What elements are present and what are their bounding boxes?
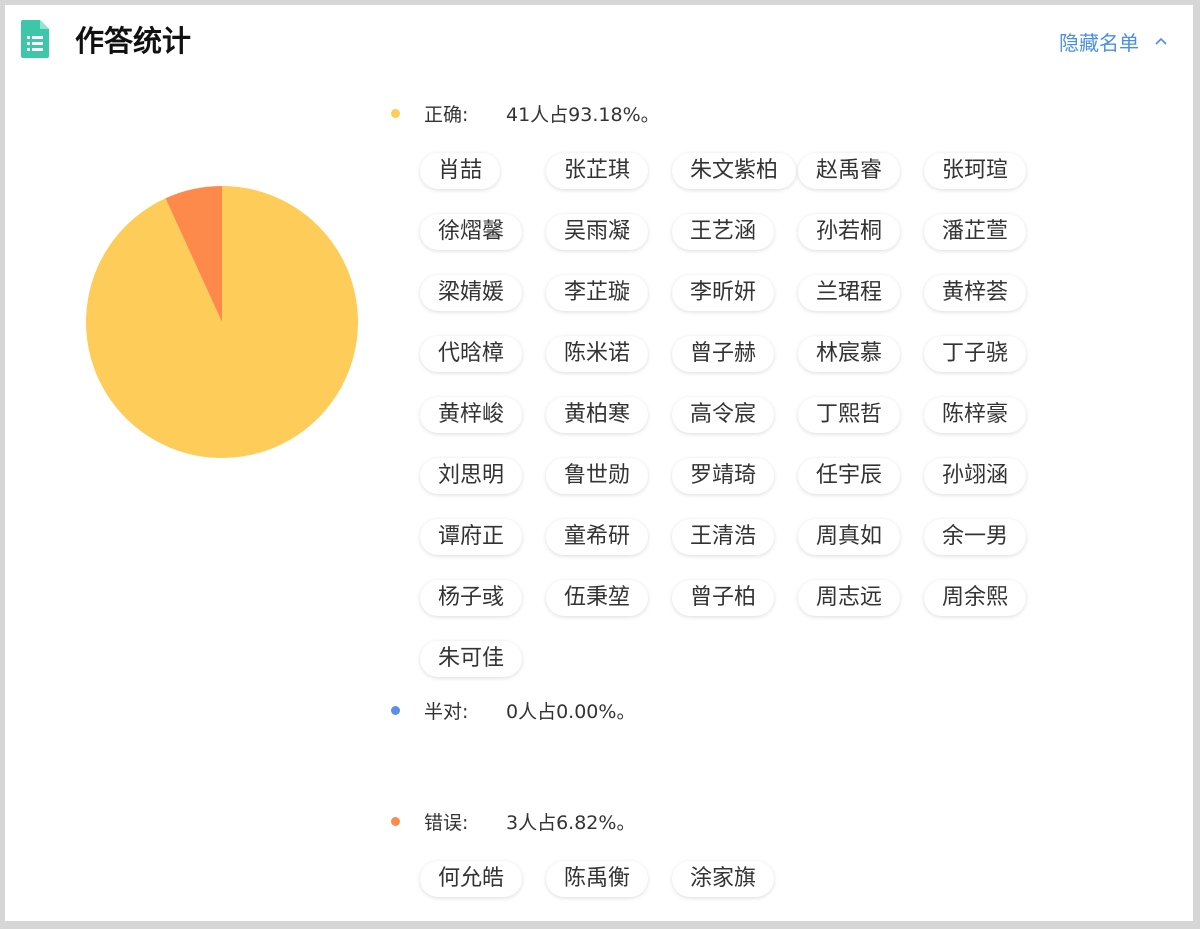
category-label: 半对: (424, 700, 469, 723)
student-name-tag[interactable]: 童希研 (546, 519, 649, 555)
student-name-tag[interactable]: 赵禹睿 (798, 153, 901, 189)
category-label: 错误: (424, 811, 469, 834)
category-summary: 0人占0.00%。 (506, 700, 636, 723)
student-name-tag[interactable]: 任宇辰 (798, 458, 901, 494)
student-name-tag[interactable]: 曾子柏 (672, 580, 775, 616)
half-dot (391, 705, 400, 715)
student-name-tag[interactable]: 代晗樟 (420, 336, 523, 372)
student-name-tag[interactable]: 杨子彧 (420, 580, 523, 616)
student-name-tag[interactable]: 伍秉堃 (546, 580, 649, 616)
student-name-tag[interactable]: 朱文紫柏 (672, 153, 797, 189)
student-name-tag[interactable]: 孙若桐 (798, 214, 901, 250)
student-name-tag[interactable]: 陈米诺 (546, 336, 649, 372)
student-name-tag[interactable]: 李芷璇 (546, 275, 649, 311)
document-list-icon (21, 20, 49, 58)
student-name-tag[interactable]: 陈梓豪 (924, 397, 1027, 433)
student-name-tag[interactable]: 陈禹衡 (546, 861, 649, 897)
chevron-up-icon (1155, 37, 1167, 45)
student-name-tag[interactable]: 周真如 (798, 519, 901, 555)
student-name-tag[interactable]: 兰珺程 (798, 275, 901, 311)
answer-stats-panel: 作答统计 隐藏名单 正确: 41人占93.18%。 肖喆 张芷琪 朱文紫柏 赵禹睿 张珂… (5, 5, 1193, 921)
student-name-tag[interactable]: 李昕妍 (672, 275, 775, 311)
student-name-tag[interactable]: 张芷琪 (546, 153, 649, 189)
hide-list-toggle[interactable]: 隐藏名单 (1059, 25, 1169, 57)
category-label: 正确: (424, 103, 469, 126)
student-name-tag[interactable]: 吴雨凝 (546, 214, 649, 250)
wrong-dot (391, 816, 400, 826)
student-name-tag[interactable]: 高令宸 (672, 397, 775, 433)
student-name-tag[interactable]: 梁婧媛 (420, 275, 523, 311)
student-name-tag[interactable]: 朱可佳 (420, 641, 523, 677)
category-half-row: 半对: 0人占0.00%。 (391, 695, 635, 725)
category-summary: 3人占6.82%。 (506, 811, 636, 834)
student-name-tag[interactable]: 余一男 (924, 519, 1027, 555)
category-wrong-row: 错误: 3人占6.82%。 (391, 806, 635, 836)
student-name-tag[interactable]: 鲁世勋 (546, 458, 649, 494)
student-name-tag[interactable]: 何允皓 (420, 861, 523, 897)
student-name-tag[interactable]: 黄柏寒 (546, 397, 649, 433)
student-name-tag[interactable]: 张珂瑄 (924, 153, 1027, 189)
student-name-tag[interactable]: 徐熠馨 (420, 214, 523, 250)
student-name-tag[interactable]: 丁熙哲 (798, 397, 901, 433)
page-title: 作答统计 (75, 24, 192, 58)
student-name-tag[interactable]: 孙翊涵 (924, 458, 1027, 494)
student-name-tag[interactable]: 王艺涵 (672, 214, 775, 250)
student-name-tag[interactable]: 丁子骁 (924, 336, 1027, 372)
student-name-tag[interactable]: 黄梓荟 (924, 275, 1027, 311)
student-name-tag[interactable]: 周志远 (798, 580, 901, 616)
student-name-tag[interactable]: 潘芷萱 (924, 214, 1027, 250)
student-name-tag[interactable]: 林宸慕 (798, 336, 901, 372)
answer-pie-chart (86, 186, 359, 459)
student-name-tag[interactable]: 涂家旗 (672, 861, 775, 897)
category-correct-row: 正确: 41人占93.18%。 (391, 98, 660, 128)
hide-list-label: 隐藏名单 (1059, 30, 1139, 55)
student-name-tag[interactable]: 罗靖琦 (672, 458, 775, 494)
student-name-tag[interactable]: 周余熙 (924, 580, 1027, 616)
student-name-tag[interactable]: 黄梓峻 (420, 397, 523, 433)
student-name-tag[interactable]: 曾子赫 (672, 336, 775, 372)
student-name-tag[interactable]: 刘思明 (420, 458, 523, 494)
correct-dot (391, 108, 400, 118)
student-name-tag[interactable]: 王清浩 (672, 519, 775, 555)
category-summary: 41人占93.18%。 (506, 103, 660, 126)
student-name-tag[interactable]: 肖喆 (420, 153, 501, 189)
student-name-tag[interactable]: 谭府正 (420, 519, 523, 555)
